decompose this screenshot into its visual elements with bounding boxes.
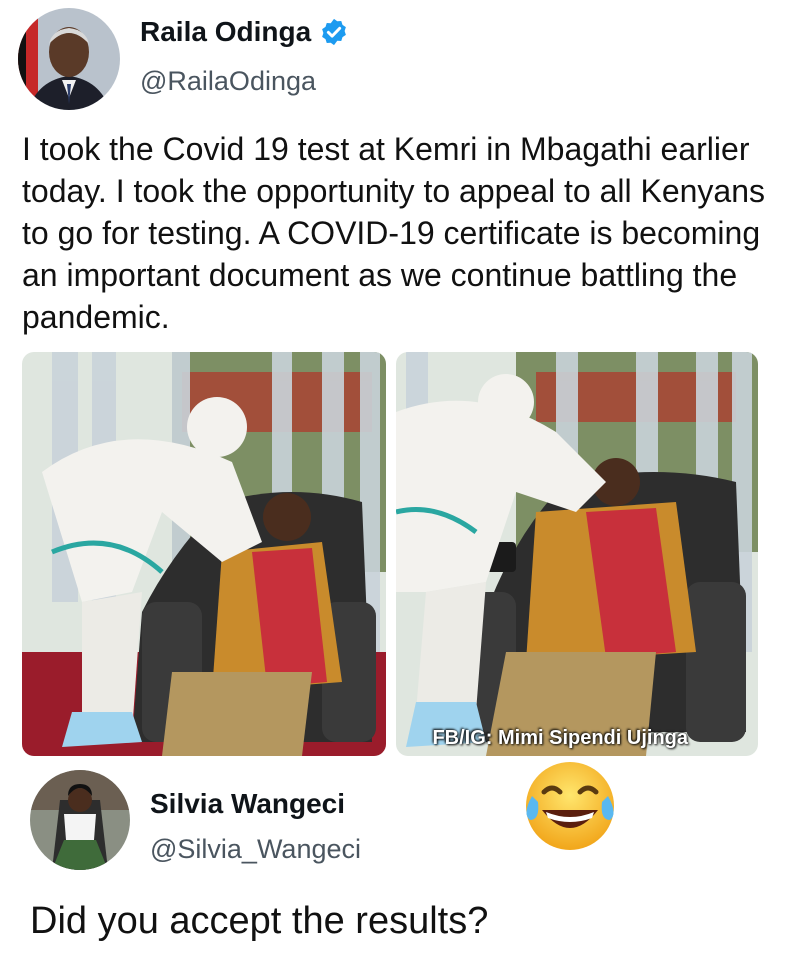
- tweet-photo-2[interactable]: FB/IG: Mimi Sipendi Ujinga: [396, 352, 758, 756]
- reply-author-avatar[interactable]: [30, 770, 130, 870]
- author-display-name[interactable]: Raila Odinga: [140, 16, 311, 48]
- reply-display-name[interactable]: Silvia Wangeci: [150, 788, 345, 820]
- tears-of-joy-emoji-icon: [526, 762, 614, 850]
- tweet-photo-1[interactable]: [22, 352, 386, 756]
- author-avatar[interactable]: [18, 8, 120, 110]
- author-handle[interactable]: @RailaOdinga: [140, 66, 316, 97]
- reply-handle[interactable]: @Silvia_Wangeci: [150, 834, 361, 865]
- tweet-text: I took the Covid 19 test at Kemri in Mba…: [22, 131, 766, 335]
- reply-text: Did you accept the results?: [30, 900, 489, 942]
- author-name-row: Raila Odinga: [140, 16, 349, 48]
- photo-watermark: FB/IG: Mimi Sipendi Ujinga: [432, 727, 688, 749]
- verified-badge-icon: [322, 18, 347, 46]
